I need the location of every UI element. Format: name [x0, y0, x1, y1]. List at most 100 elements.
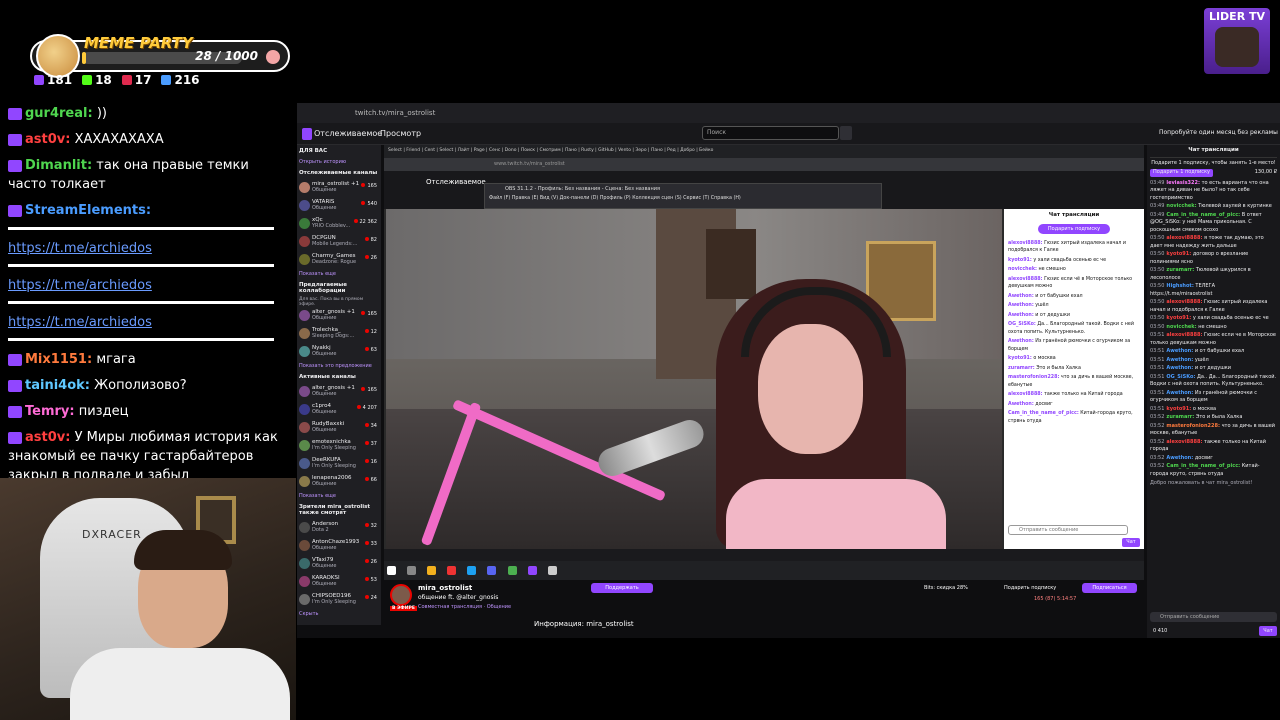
chat-username[interactable]: zuramarr:	[1166, 267, 1194, 273]
chat-username[interactable]: Awethon:	[1166, 390, 1193, 396]
streamer-name[interactable]: mira_ostrolist	[418, 584, 472, 592]
sidebar-channel[interactable]: alter_gnosis +1 Общение 165	[297, 307, 381, 325]
collapse-link[interactable]: Скрыть	[297, 609, 381, 619]
sidebar-channel[interactable]: DeeRKUFA I'm Only Sleeping 16	[297, 455, 381, 473]
open-history-link[interactable]: Открыть историю	[297, 157, 381, 167]
support-button[interactable]: Поддержать	[591, 583, 653, 593]
search-taskbar-icon[interactable]	[407, 566, 417, 575]
chat-message: 03:51 OG_SiSKo: Да.. Да... Благородный та…	[1150, 374, 1277, 389]
sidebar-channel[interactable]: AntonChaze1993 Общение 33	[297, 537, 381, 555]
chat-username[interactable]: kyoto91:	[1166, 251, 1191, 257]
folder-icon[interactable]	[427, 566, 437, 575]
sidebar-channel[interactable]: c1pro4 Общение 4 207	[297, 401, 381, 419]
sidebar-channel[interactable]: DCPGUN Mobile Legends:... 82	[297, 233, 381, 251]
windows-icon[interactable]	[387, 566, 396, 575]
chat-username[interactable]: alexovi8888:	[1166, 299, 1202, 305]
browser-url[interactable]: twitch.tv/mira_ostrolist	[337, 107, 1280, 119]
chat-username[interactable]: Cam_in_the_name_of_picc:	[1166, 463, 1240, 469]
sidebar-channel[interactable]: VTaxi79 Общение 26	[297, 555, 381, 573]
telegram-link[interactable]: https://t.me/archiedos	[8, 313, 288, 332]
sidebar-channel[interactable]: VATARIS Общение 540	[297, 197, 381, 215]
nav-following[interactable]: Отслеживаемое	[314, 129, 382, 138]
streamer-avatar[interactable]	[390, 584, 412, 606]
stream-collab[interactable]: Совместная трансляция · Общение	[418, 604, 511, 610]
telegram-icon[interactable]	[467, 566, 477, 575]
chat-username[interactable]: alexovi8888:	[1166, 439, 1202, 445]
chat-input[interactable]: Отправить сообщение	[1150, 612, 1277, 622]
search-icon[interactable]	[840, 126, 852, 140]
nested-chat-user[interactable]: zuramarr:	[1008, 366, 1035, 371]
nested-chat-user[interactable]: Awethon:	[1008, 313, 1034, 318]
sidebar-channel[interactable]: CHIPSOED196 I'm Only Sleeping 24	[297, 591, 381, 609]
bits-discount[interactable]: Bits: скидка 28%	[924, 583, 968, 593]
discord-icon[interactable]	[487, 566, 497, 575]
sidebar-channel[interactable]: Anderson Dota 2 32	[297, 519, 381, 537]
nested-chat-user[interactable]: kyoto91:	[1008, 258, 1032, 263]
chat-send-button[interactable]: Чат	[1259, 626, 1277, 636]
show-more-link[interactable]: Показать еще	[297, 491, 381, 501]
chat-username[interactable]: alexovi8888:	[1166, 332, 1202, 338]
nested-tabs[interactable]: Select | Friend | Cent | Select | Лайт |…	[384, 145, 1144, 158]
twitch-taskbar-icon[interactable]	[527, 566, 537, 575]
search-input[interactable]: Поиск	[702, 126, 839, 140]
twitch-logo-icon[interactable]	[302, 128, 312, 140]
nested-chat-user[interactable]: Awethon:	[1008, 339, 1034, 344]
opera-icon[interactable]	[447, 566, 457, 575]
channel-points[interactable]: 0 410	[1153, 628, 1167, 636]
chrome-icon[interactable]	[507, 566, 517, 575]
sidebar-channel[interactable]: KARAOKSI Общение 53	[297, 573, 381, 591]
nested-chat-user[interactable]: masterofonion228:	[1008, 375, 1059, 380]
show-recommendation-link[interactable]: Показать это предложение	[297, 361, 381, 371]
telegram-link[interactable]: https://t.me/archiedos	[8, 239, 288, 258]
nested-chat-user[interactable]: alexovi8888:	[1008, 241, 1043, 246]
gift-sub-button[interactable]: Подарить подписку	[1004, 583, 1076, 593]
nested-gift-sub-button[interactable]: Подарить подписку	[1038, 223, 1110, 234]
sidebar-channel[interactable]: Nyakkj Общение 63	[297, 343, 381, 361]
no-ads-promo[interactable]: Попробуйте один месяц без рекламы	[1159, 129, 1278, 136]
nested-chat-user[interactable]: Awethon:	[1008, 402, 1034, 407]
nested-chat-input[interactable]: Отправить сообщение	[1008, 525, 1128, 535]
chat-username[interactable]: kyoto91:	[1166, 406, 1191, 412]
nested-chat-user[interactable]: alexovi8888:	[1008, 392, 1043, 397]
chat-username[interactable]: Awethon:	[1166, 357, 1193, 363]
telegram-link[interactable]: https://t.me/archiedos	[8, 276, 288, 295]
obs-menu[interactable]: Файл (F) Правка (E) Вид (V) Док-панели (…	[485, 194, 881, 203]
nav-browse[interactable]: Просмотр	[380, 129, 421, 138]
gift-one-sub-button[interactable]: Подарить 1 подписку	[1150, 169, 1214, 177]
chat-username[interactable]: alexovi8888:	[1166, 235, 1202, 241]
chat-username[interactable]: Awethon:	[1166, 348, 1193, 354]
nested-address[interactable]: www.twitch.tv/mira_ostrolist	[384, 158, 1144, 171]
sidebar-channel[interactable]: mira_ostrolist +1 Общение 165	[297, 179, 381, 197]
nested-chat-user[interactable]: Awethon:	[1008, 294, 1034, 299]
show-more-link[interactable]: Показать еще	[297, 269, 381, 279]
chat-username[interactable]: Highshot:	[1166, 283, 1193, 289]
obs-taskbar-icon[interactable]	[547, 566, 557, 575]
chat-username[interactable]: kyoto91:	[1166, 315, 1191, 321]
chat-username[interactable]: Awethon:	[1166, 455, 1193, 461]
chat-username[interactable]: masterofonion228:	[1166, 423, 1220, 429]
chat-username[interactable]: OG_SiSKo:	[1166, 374, 1195, 380]
nested-chat-user[interactable]: kyoto91:	[1008, 356, 1032, 361]
nested-chat-user[interactable]: OG_SiSKo:	[1008, 322, 1036, 327]
chat-username[interactable]: leviasis322:	[1166, 180, 1200, 186]
nested-chat-user[interactable]: Awethon:	[1008, 303, 1034, 308]
sidebar-channel[interactable]: lenapena2006 Общение 66	[297, 473, 381, 491]
sidebar-channel[interactable]: Charmy_Games Deadzone: Rogue 26	[297, 251, 381, 269]
sidebar-channel[interactable]: RudyBaxxki Общение 34	[297, 419, 381, 437]
follow-button[interactable]: Подписаться	[1082, 583, 1137, 593]
sidebar-channel[interactable]: alter_gnosis +1 Общение 165	[297, 383, 381, 401]
sidebar-channel[interactable]: xQc YRIO Cobblev... 22 362	[297, 215, 381, 233]
nested-chat-button[interactable]: Чат	[1122, 538, 1140, 547]
nested-chat-user[interactable]: Cam_in_the_name_of_picc:	[1008, 411, 1079, 416]
nested-nav-following[interactable]: Отслеживаемое	[426, 178, 486, 186]
chat-username[interactable]: novicchek:	[1166, 203, 1196, 209]
stream-video[interactable]	[386, 209, 1002, 549]
chat-username[interactable]: Cam_in_the_name_of_picc:	[1166, 212, 1240, 218]
chat-username[interactable]: Awethon:	[1166, 365, 1193, 371]
nested-chat-user[interactable]: alexovi8888:	[1008, 277, 1043, 282]
sidebar-channel[interactable]: Trolechka_ Sleeping Dogs:... 12	[297, 325, 381, 343]
chat-username[interactable]: novicchek:	[1166, 324, 1196, 330]
nested-chat-user[interactable]: novicchek:	[1008, 267, 1037, 272]
sidebar-channel[interactable]: emotexnichka I'm Only Sleeping 37	[297, 437, 381, 455]
chat-username[interactable]: zuramarr:	[1166, 414, 1194, 420]
